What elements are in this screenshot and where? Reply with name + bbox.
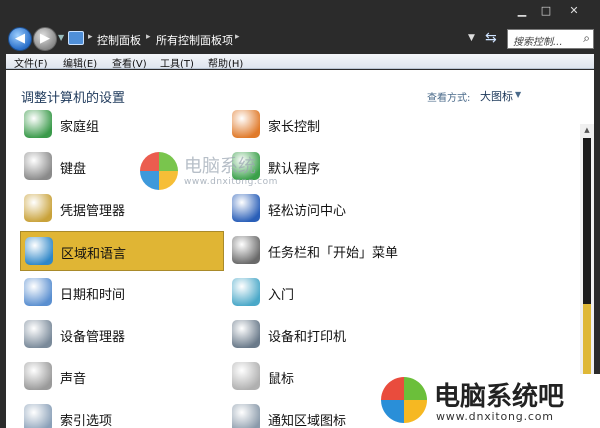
menu-help[interactable]: 帮助(H) (208, 55, 243, 70)
control-panel-item-label: 轻松访问中心 (268, 204, 347, 219)
control-panel-item[interactable]: 凭据管理器 (20, 189, 224, 229)
back-arrow-icon: ◀ (15, 31, 25, 46)
view-by-label: 查看方式: (427, 93, 471, 104)
control-panel-item-label: 声音 (60, 372, 87, 387)
control-panel-item[interactable]: 设备管理器 (20, 315, 224, 355)
forward-arrow-icon: ▶ (40, 31, 50, 46)
breadcrumb-control-panel[interactable]: 控制面板 (97, 32, 141, 48)
control-panel-item-label: 家长控制 (268, 120, 321, 135)
control-panel-item[interactable]: 轻松访问中心 (228, 189, 432, 229)
device-manager-icon (24, 320, 52, 348)
date-time-icon (24, 278, 52, 306)
page-title: 调整计算机的设置 (21, 91, 126, 106)
mouse-icon (232, 362, 260, 390)
scroll-thumb-highlight (583, 304, 591, 374)
windows-logo-icon (381, 377, 427, 423)
control-panel-item[interactable]: 入门 (228, 273, 432, 313)
control-panel-item[interactable]: 家长控制 (228, 105, 432, 145)
getting-started-icon (232, 278, 260, 306)
control-panel-item[interactable]: 日期和时间 (20, 273, 224, 313)
view-by-select[interactable]: 大图标 (480, 88, 513, 104)
menu-tools[interactable]: 工具(T) (160, 55, 194, 70)
address-bar: ◀ ▶ ▼ ▸ 控制面板 ▸ 所有控制面板项 ▸ ▼ ⇆ ⌕ (0, 24, 600, 54)
refresh-icon[interactable]: ⇆ (485, 30, 497, 46)
menu-file[interactable]: 文件(F) (14, 55, 48, 70)
minimize-icon[interactable]: ▁ (514, 4, 530, 18)
recent-pages-chevron-icon[interactable]: ▼ (58, 33, 64, 42)
maximize-icon[interactable]: □ (538, 4, 554, 18)
control-panel-item[interactable]: 声音 (20, 357, 224, 397)
title-bar: ▁ □ ✕ (0, 0, 600, 24)
breadcrumb-separator[interactable]: ▸ (146, 32, 151, 42)
control-panel-item-label: 任务栏和「开始」菜单 (268, 246, 399, 261)
indexing-icon (24, 404, 52, 428)
control-panel-item-label: 区域和语言 (61, 247, 127, 262)
homegroup-icon (24, 110, 52, 138)
control-panel-item-label: 日期和时间 (60, 288, 126, 303)
watermark-name: 电脑系统吧 (434, 382, 565, 412)
control-panel-item-label: 索引选项 (60, 414, 113, 428)
control-panel-item[interactable]: 区域和语言 (20, 231, 224, 271)
ease-of-access-icon (232, 194, 260, 222)
control-panel-icon (68, 31, 84, 45)
control-panel-item[interactable]: 索引选项 (20, 399, 224, 428)
notification-area-icon (232, 404, 260, 428)
control-panel-item-label: 键盘 (60, 162, 87, 177)
keyboard-icon (24, 152, 52, 180)
parental-controls-icon (232, 110, 260, 138)
watermark-center-name: 电脑系统 (184, 156, 256, 177)
sound-icon (24, 362, 52, 390)
control-panel-item-label: 凭据管理器 (60, 204, 126, 219)
credential-manager-icon (24, 194, 52, 222)
watermark-center-url: www.dnxitong.com (184, 177, 278, 187)
control-panel-item-label: 鼠标 (268, 372, 295, 387)
search-box[interactable]: ⌕ (507, 29, 594, 52)
control-panel-item-label: 设备和打印机 (268, 330, 347, 345)
back-button[interactable]: ◀ (8, 27, 32, 51)
control-panel-item-label: 通知区域图标 (268, 414, 347, 428)
search-icon[interactable]: ⌕ (583, 31, 590, 46)
forward-button[interactable]: ▶ (33, 27, 57, 51)
control-panel-item-label: 家庭组 (60, 120, 100, 135)
control-panel-item-label: 设备管理器 (60, 330, 126, 345)
menu-bar: 文件(F) 编辑(E) 查看(V) 工具(T) 帮助(H) (6, 54, 594, 70)
windows-logo-icon (140, 152, 178, 190)
search-input[interactable] (508, 33, 576, 52)
close-icon[interactable]: ✕ (566, 4, 582, 18)
control-panel-item[interactable]: 设备和打印机 (228, 315, 432, 355)
control-panel-item[interactable]: 任务栏和「开始」菜单 (228, 231, 432, 271)
taskbar-icon (232, 236, 260, 264)
address-dropdown-icon[interactable]: ▼ (468, 33, 475, 43)
scroll-up-icon[interactable]: ▲ (580, 124, 594, 136)
menu-view[interactable]: 查看(V) (112, 55, 147, 70)
menu-edit[interactable]: 编辑(E) (63, 55, 97, 70)
control-panel-item-label: 入门 (268, 288, 295, 303)
devices-printers-icon (232, 320, 260, 348)
breadcrumb-separator[interactable]: ▸ (235, 32, 240, 42)
breadcrumb-all-items[interactable]: 所有控制面板项 (156, 32, 233, 48)
control-panel-item[interactable]: 家庭组 (20, 105, 224, 145)
view-by-chevron-down-icon[interactable]: ▼ (515, 90, 521, 99)
watermark-center: 电脑系统 www.dnxitong.com (140, 150, 340, 195)
breadcrumb-separator[interactable]: ▸ (88, 32, 93, 42)
watermark-bottom-right: 电脑系统吧 www.dnxitong.com (376, 374, 600, 428)
watermark-url: www.dnxitong.com (436, 410, 554, 423)
region-language-icon (25, 237, 53, 265)
